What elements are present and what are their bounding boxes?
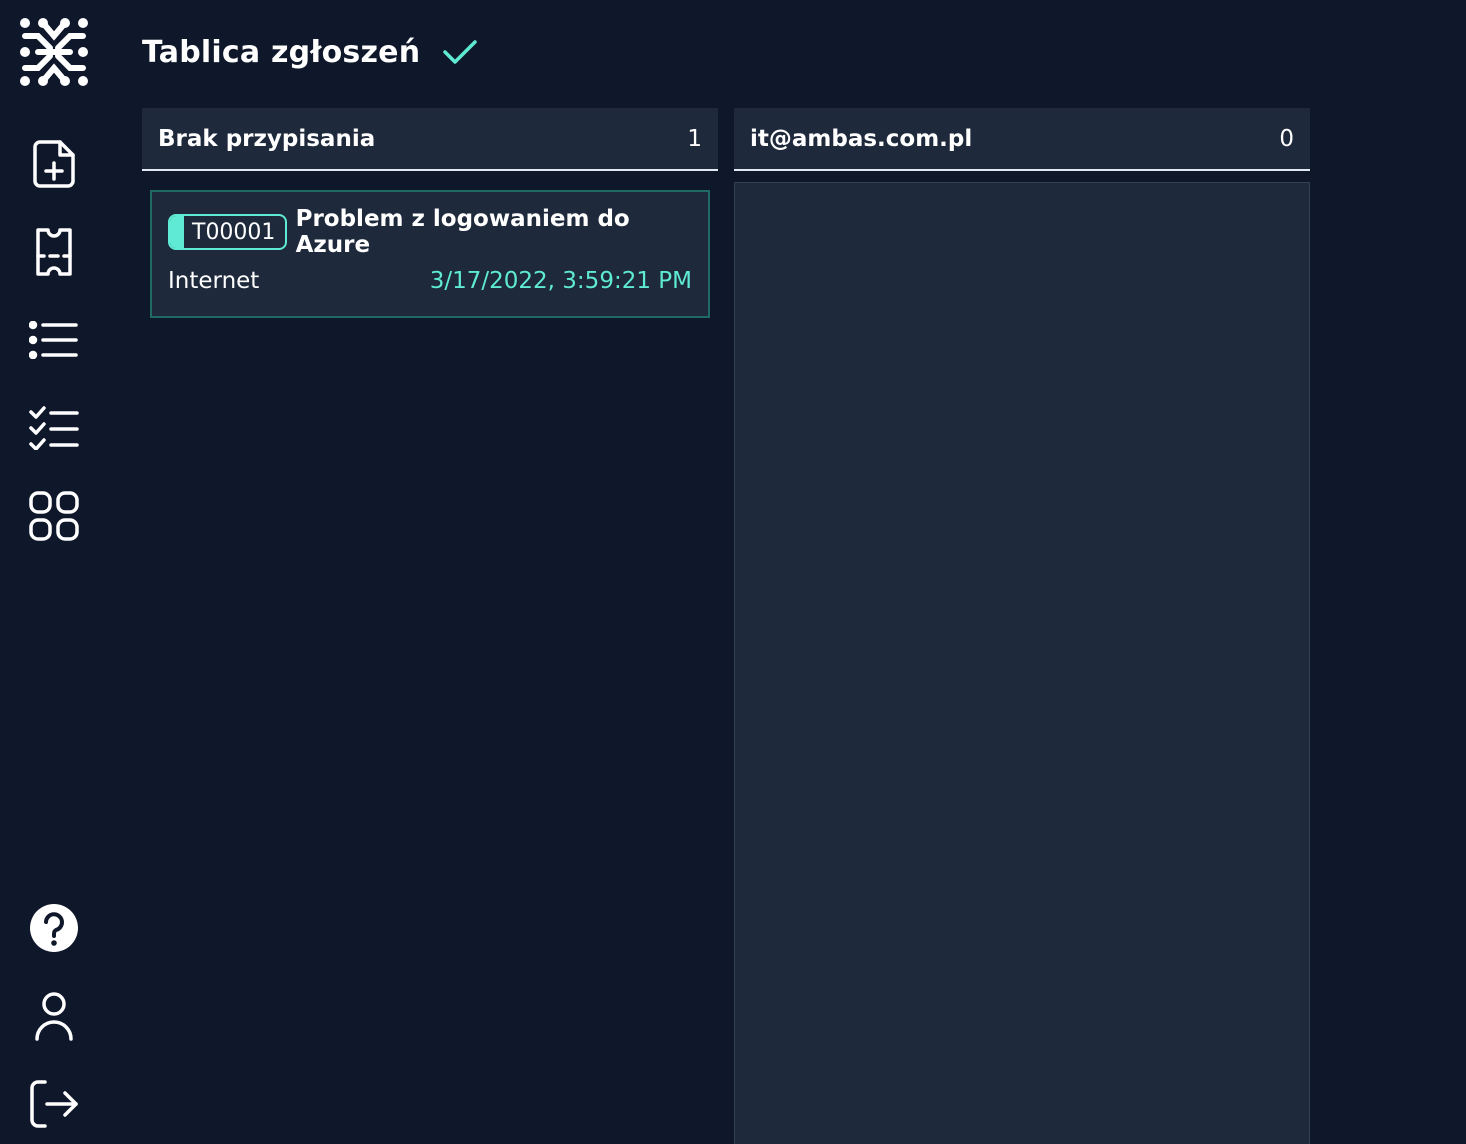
- user-icon[interactable]: [26, 988, 82, 1044]
- logo-icon[interactable]: [18, 16, 90, 88]
- page-header: Tablica zgłoszeń: [142, 28, 478, 76]
- check-icon: [442, 38, 478, 66]
- list-icon[interactable]: [26, 312, 82, 368]
- app-root: Tablica zgłoszeń Brak przypisania 1 T000…: [0, 0, 1466, 1144]
- help-icon[interactable]: [26, 900, 82, 956]
- ticket-id-badge: T00001: [168, 214, 287, 250]
- ticket-card-top: T00001 Problem z logowaniem do Azure: [168, 206, 708, 258]
- column-header: it@ambas.com.pl 0: [734, 108, 1310, 171]
- page-title: Tablica zgłoszeń: [142, 34, 421, 70]
- ticket-title: Problem z logowaniem do Azure: [295, 206, 630, 258]
- checklist-icon[interactable]: [26, 400, 82, 456]
- ticket-icon[interactable]: [26, 224, 82, 280]
- logout-icon[interactable]: [26, 1076, 82, 1132]
- column-body: T00001 Problem z logowaniem do Azure Int…: [150, 190, 710, 318]
- ticket-category: Internet: [168, 268, 260, 294]
- board-column-unassigned: Brak przypisania 1 T00001 Problem z logo…: [142, 108, 718, 318]
- sidebar: [0, 0, 108, 1144]
- ticket-card-bottom: Internet 3/17/2022, 3:59:21 PM: [168, 268, 692, 294]
- new-document-icon[interactable]: [26, 136, 82, 192]
- column-count: 1: [687, 125, 702, 152]
- column-title: it@ambas.com.pl: [750, 125, 973, 152]
- column-count: 0: [1279, 125, 1294, 152]
- board-column-it-ambas: it@ambas.com.pl 0: [734, 108, 1310, 1144]
- ticket-id: T00001: [192, 219, 276, 245]
- badge-stripe: [170, 216, 184, 248]
- column-title: Brak przypisania: [158, 125, 376, 152]
- apps-grid-icon[interactable]: [26, 488, 82, 544]
- column-dropzone[interactable]: [734, 182, 1310, 1144]
- ticket-date: 3/17/2022, 3:59:21 PM: [429, 268, 692, 294]
- column-header: Brak przypisania 1: [142, 108, 718, 171]
- ticket-card[interactable]: T00001 Problem z logowaniem do Azure Int…: [150, 190, 710, 318]
